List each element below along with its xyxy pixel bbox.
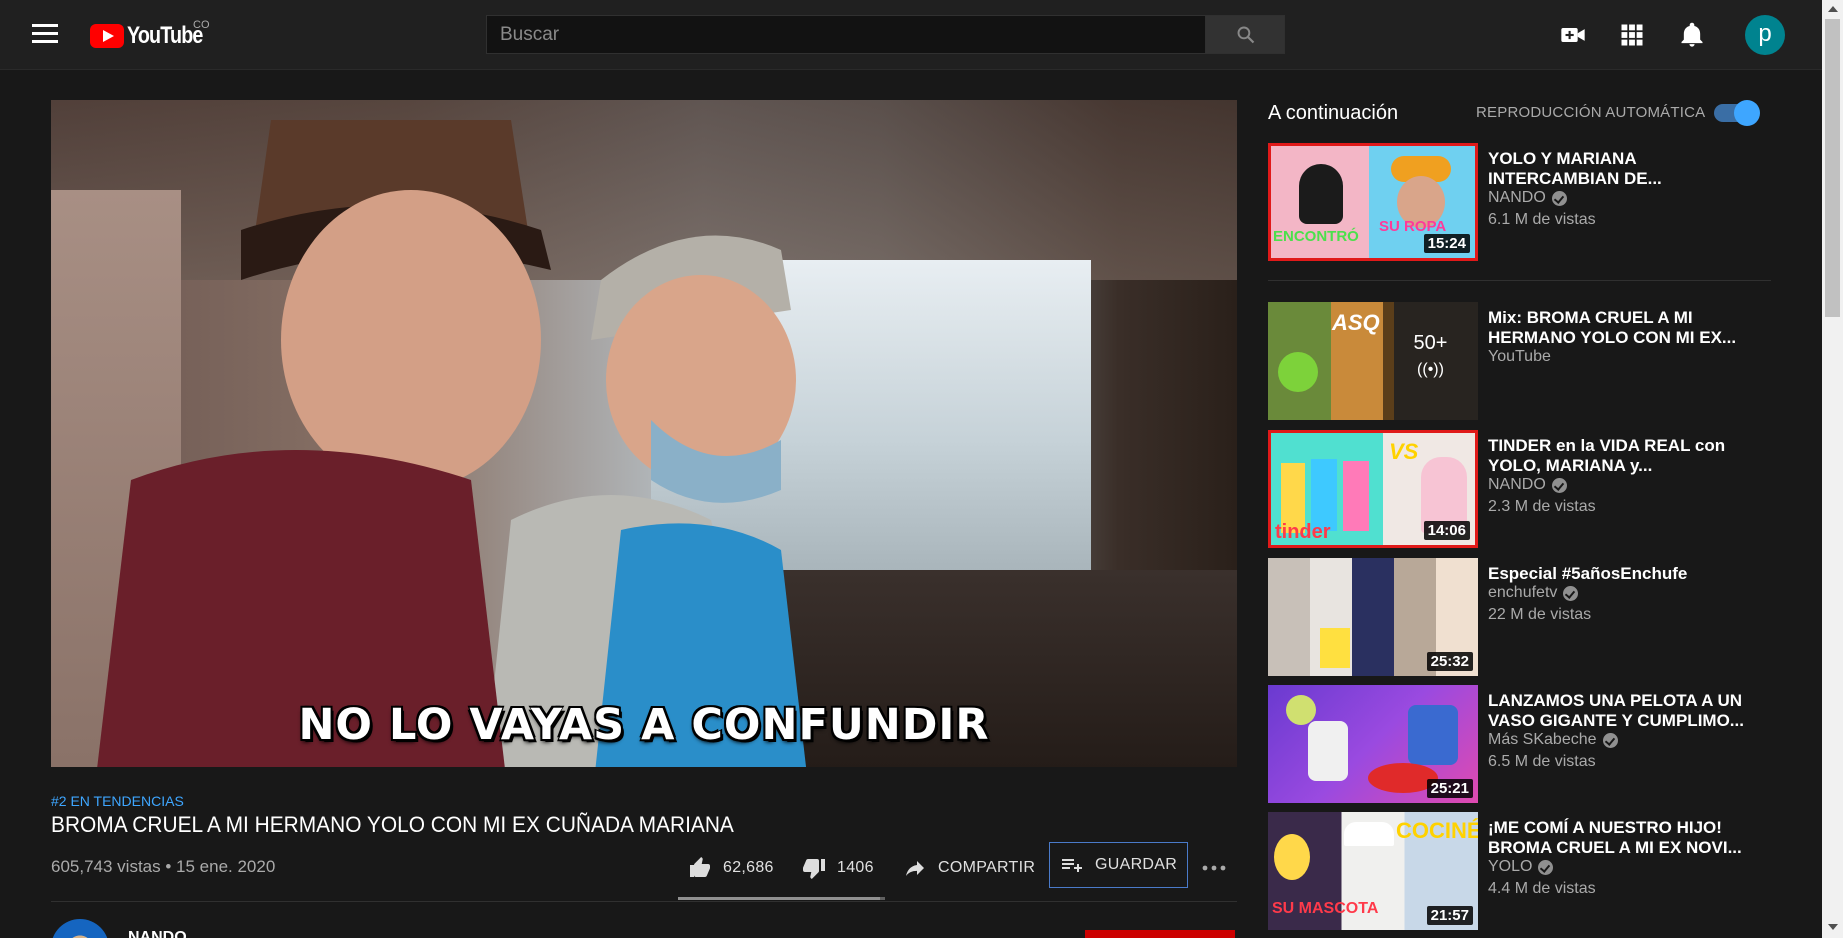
thumbs-up-icon [690, 857, 710, 877]
page-scrollbar[interactable] [1822, 0, 1843, 938]
video-title[interactable]: ¡ME COMÍ A NUESTRO HIJO! BROMA CRUEL A M… [1488, 818, 1768, 858]
radio-icon: ((•)) [1417, 361, 1444, 378]
youtube-logo[interactable]: YouTube CO [90, 19, 219, 50]
logo-text: YouTube [127, 22, 203, 49]
video-thumbnail[interactable]: COCINÉ SU MASCOTA 21:57 [1268, 812, 1478, 930]
search-box [486, 15, 1206, 54]
view-count: 4.4 M de vistas [1488, 880, 1596, 897]
video-meta: 605,743 vistas • 15 ene. 2020 [51, 857, 276, 876]
divider [1268, 280, 1771, 281]
create-video-icon[interactable] [1559, 21, 1587, 49]
verified-icon [1602, 732, 1618, 748]
sentiment-bar [678, 897, 885, 900]
autoplay-label: REPRODUCCIÓN AUTOMÁTICA [1476, 104, 1706, 121]
video-duration: 25:21 [1426, 779, 1473, 798]
verified-icon [1551, 190, 1567, 206]
video-thumbnail[interactable]: VS tinder 14:06 [1268, 430, 1478, 548]
video-title: BROMA CRUEL A MI HERMANO YOLO CON MI EX … [51, 812, 734, 837]
video-title[interactable]: TINDER en la VIDA REAL con YOLO, MARIANA… [1488, 436, 1768, 476]
view-count: 22 M de vistas [1488, 606, 1592, 623]
share-button[interactable]: COMPARTIR [903, 848, 1035, 888]
video-player[interactable]: NO LO VAYAS A CONFUNDIR [51, 100, 1237, 767]
verified-icon [1563, 585, 1579, 601]
apps-icon[interactable] [1618, 21, 1646, 49]
channel-name[interactable]: YOLO [1488, 858, 1554, 876]
recommended-video[interactable]: VS tinder 14:06 TINDER en la VIDA REAL c… [1268, 430, 1773, 550]
save-button[interactable]: GUARDAR [1049, 842, 1189, 888]
video-thumbnail[interactable]: 25:32 [1268, 558, 1478, 676]
search-icon [1237, 26, 1255, 44]
view-count: 2.3 M de vistas [1488, 498, 1596, 515]
up-next-heading: A continuación [1268, 102, 1399, 124]
recommended-video[interactable]: 25:21 LANZAMOS UNA PELOTA A UN VASO GIGA… [1268, 685, 1773, 805]
verified-icon [1538, 859, 1554, 875]
playlist-add-icon [1062, 859, 1082, 872]
video-duration: 25:32 [1426, 652, 1473, 671]
mix-overlay: 50+ ((•)) [1383, 302, 1478, 420]
recommended-video[interactable]: 25:32 Especial #5añosEnchufe enchufetv 2… [1268, 558, 1773, 678]
menu-icon[interactable] [32, 24, 58, 44]
save-label: GUARDAR [1095, 856, 1178, 873]
search-input[interactable] [487, 16, 1205, 53]
dislike-count: 1406 [837, 859, 874, 876]
share-label: COMPARTIR [938, 859, 1036, 876]
video-duration: 21:57 [1426, 906, 1473, 925]
divider [51, 901, 1237, 902]
like-count: 62,686 [723, 859, 774, 876]
video-caption: NO LO VAYAS A CONFUNDIR [298, 700, 990, 750]
video-thumbnail[interactable]: ENCONTRÓ SU ROPA 15:24 [1268, 143, 1478, 261]
autoplay-toggle[interactable] [1714, 100, 1760, 126]
country-code: CO [193, 19, 210, 31]
channel-name[interactable]: YouTube [1488, 348, 1551, 366]
recommended-mix[interactable]: ASQ 50+ ((•)) Mix: BROMA CRUEL A MI HERM… [1268, 302, 1773, 422]
verified-icon [1551, 477, 1567, 493]
youtube-play-icon [90, 24, 124, 48]
subscribe-button[interactable] [1085, 930, 1235, 938]
thumbs-down-icon [803, 859, 825, 879]
share-icon [906, 861, 924, 876]
view-count: 6.5 M de vistas [1488, 753, 1596, 770]
channel-name[interactable]: NANDO [1488, 189, 1567, 207]
scroll-up-arrow-icon[interactable] [1828, 6, 1838, 12]
video-duration: 14:06 [1423, 521, 1470, 540]
mix-count: 50+ [1413, 332, 1448, 354]
channel-avatar[interactable] [51, 919, 109, 938]
sentiment-fill [678, 897, 881, 900]
video-duration: 15:24 [1423, 234, 1470, 253]
video-title[interactable]: LANZAMOS UNA PELOTA A UN VASO GIGANTE Y … [1488, 691, 1768, 731]
more-actions-button[interactable] [1201, 848, 1238, 888]
video-thumbnail[interactable]: 25:21 [1268, 685, 1478, 803]
more-horizontal-icon [1202, 865, 1226, 871]
video-title[interactable]: YOLO Y MARIANA INTERCAMBIAN DE... [1488, 149, 1768, 189]
recommended-video[interactable]: COCINÉ SU MASCOTA 21:57 ¡ME COMÍ A NUEST… [1268, 812, 1773, 932]
channel-name[interactable]: Más SKabeche [1488, 731, 1618, 749]
video-figure-man [97, 120, 551, 767]
top-bar: YouTube CO p [0, 0, 1822, 70]
account-avatar[interactable]: p [1745, 15, 1785, 55]
channel-name[interactable]: NANDO [128, 929, 187, 938]
search-button[interactable] [1205, 15, 1285, 54]
view-count: 6.1 M de vistas [1488, 211, 1596, 228]
scroll-thumb[interactable] [1825, 19, 1840, 317]
channel-name[interactable]: NANDO [1488, 476, 1567, 494]
video-title[interactable]: Mix: BROMA CRUEL A MI HERMANO YOLO CON M… [1488, 308, 1768, 348]
trending-link[interactable]: #2 EN TENDENCIAS [51, 793, 184, 809]
recommended-video[interactable]: ENCONTRÓ SU ROPA 15:24 YOLO Y MARIANA IN… [1268, 143, 1773, 263]
scroll-down-arrow-icon[interactable] [1828, 924, 1838, 930]
dislike-button[interactable]: 1406 [802, 848, 874, 888]
like-button[interactable]: 62,686 [688, 848, 774, 888]
channel-name[interactable]: enchufetv [1488, 584, 1579, 602]
video-title[interactable]: Especial #5añosEnchufe [1488, 564, 1768, 584]
notifications-icon[interactable] [1678, 21, 1706, 49]
mix-thumbnail[interactable]: ASQ 50+ ((•)) [1268, 302, 1478, 420]
